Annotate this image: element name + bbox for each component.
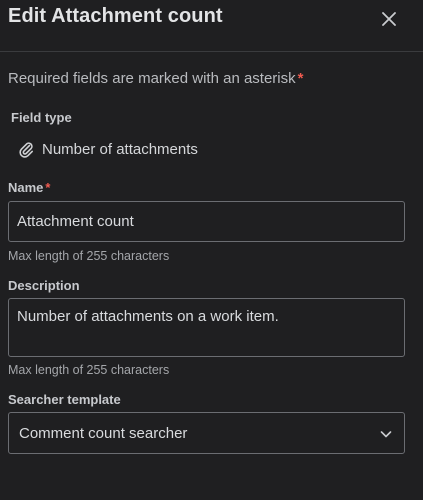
close-button[interactable] bbox=[376, 6, 402, 32]
searcher-template-value: Comment count searcher bbox=[19, 425, 188, 442]
panel-header: Edit Attachment count bbox=[0, 0, 423, 52]
chevron-down-icon bbox=[380, 431, 392, 438]
searcher-template-label: Searcher template bbox=[8, 392, 121, 407]
name-input[interactable]: Attachment count bbox=[8, 201, 405, 242]
field-type-text: Number of attachments bbox=[42, 140, 198, 158]
required-fields-note: Required fields are marked with an aster… bbox=[8, 70, 303, 87]
name-hint: Max length of 255 characters bbox=[8, 249, 170, 263]
close-icon bbox=[382, 12, 396, 26]
required-asterisk: * bbox=[297, 70, 304, 87]
description-textarea[interactable]: Number of attachments on a work item. bbox=[8, 298, 405, 357]
name-label: Name * bbox=[8, 180, 50, 195]
description-hint: Max length of 255 characters bbox=[8, 363, 170, 377]
searcher-template-select[interactable]: Comment count searcher bbox=[8, 412, 405, 454]
field-type-label: Field type bbox=[11, 110, 72, 125]
paperclip-icon bbox=[19, 142, 33, 158]
edit-field-panel: Edit Attachment count Required fields ar… bbox=[0, 0, 423, 500]
panel-title: Edit Attachment count bbox=[8, 5, 223, 27]
field-type-value: Number of attachments bbox=[18, 138, 198, 160]
name-required-asterisk: * bbox=[45, 180, 51, 195]
required-note-text: Required fields are marked with an aster… bbox=[8, 70, 296, 87]
name-label-text: Name bbox=[8, 180, 44, 195]
description-label: Description bbox=[8, 278, 80, 293]
